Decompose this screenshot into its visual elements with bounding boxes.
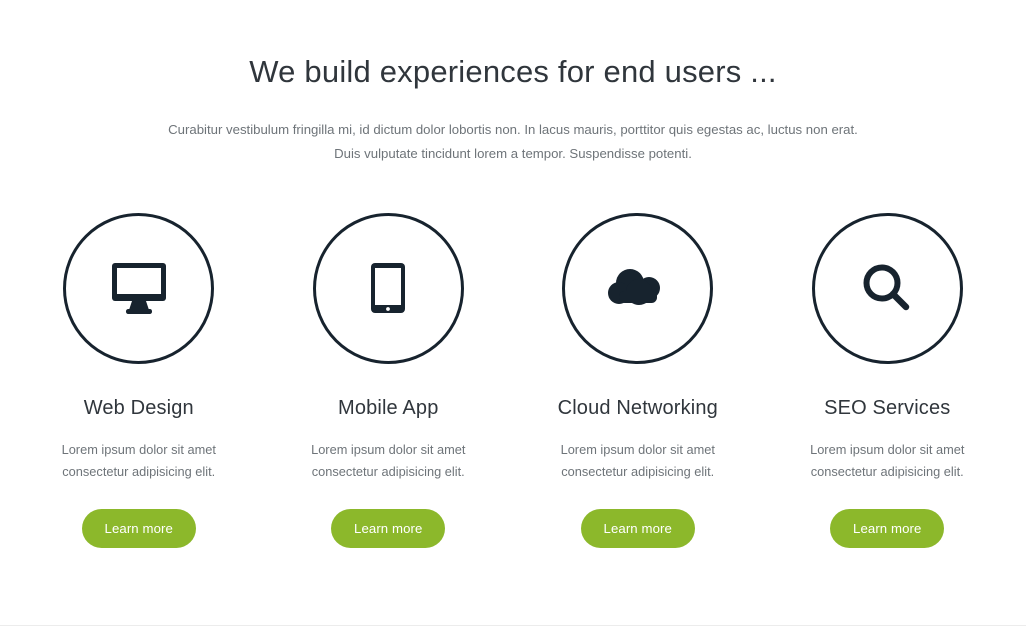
- section-subtitle: Curabitur vestibulum fringilla mi, id di…: [143, 118, 883, 167]
- icon-ring-mobile-app: [312, 212, 464, 364]
- learn-more-button[interactable]: Learn more: [580, 508, 695, 548]
- search-magnifier-icon: [863, 264, 910, 311]
- service-card-web-design: Web Design Lorem ipsum dolor sit amet co…: [14, 212, 264, 548]
- subtitle-line-2: Duis vulputate tincidunt lorem a tempor.…: [334, 146, 692, 162]
- section-intro: We build experiences for end users ... C…: [0, 0, 1026, 167]
- service-description: Lorem ipsum dolor sit amet consectetur a…: [61, 441, 216, 479]
- service-title: Mobile App: [338, 396, 439, 419]
- icon-ring-web-design: [63, 212, 215, 364]
- tablet-device-icon: [371, 263, 406, 314]
- service-title: Web Design: [83, 396, 194, 419]
- services-section: We build experiences for end users ... C…: [0, 0, 1026, 630]
- service-description: Lorem ipsum dolor sit amet consectetur a…: [560, 441, 715, 479]
- learn-more-button[interactable]: Learn more: [830, 508, 945, 548]
- icon-ring-cloud-networking: [562, 212, 714, 364]
- service-card-cloud-networking: Cloud Networking Lorem ipsum dolor sit a…: [513, 212, 763, 548]
- service-title: SEO Services: [824, 396, 951, 419]
- learn-more-button[interactable]: Learn more: [331, 508, 446, 548]
- service-description: Lorem ipsum dolor sit amet consectetur a…: [810, 441, 965, 479]
- subtitle-line-1: Curabitur vestibulum fringilla mi, id di…: [168, 121, 858, 137]
- service-title: Cloud Networking: [557, 396, 718, 419]
- service-description: Lorem ipsum dolor sit amet consectetur a…: [311, 441, 466, 479]
- cloud-icon: [607, 269, 660, 306]
- learn-more-button[interactable]: Learn more: [81, 508, 196, 548]
- service-cards-grid: Web Design Lorem ipsum dolor sit amet co…: [0, 212, 1026, 548]
- page-title: We build experiences for end users ...: [249, 54, 777, 89]
- section-divider: [0, 625, 1026, 626]
- desktop-monitor-icon: [111, 263, 166, 315]
- service-card-mobile-app: Mobile App Lorem ipsum dolor sit amet co…: [264, 212, 514, 548]
- service-card-seo-services: SEO Services Lorem ipsum dolor sit amet …: [763, 212, 1013, 548]
- icon-ring-seo-services: [811, 212, 963, 364]
